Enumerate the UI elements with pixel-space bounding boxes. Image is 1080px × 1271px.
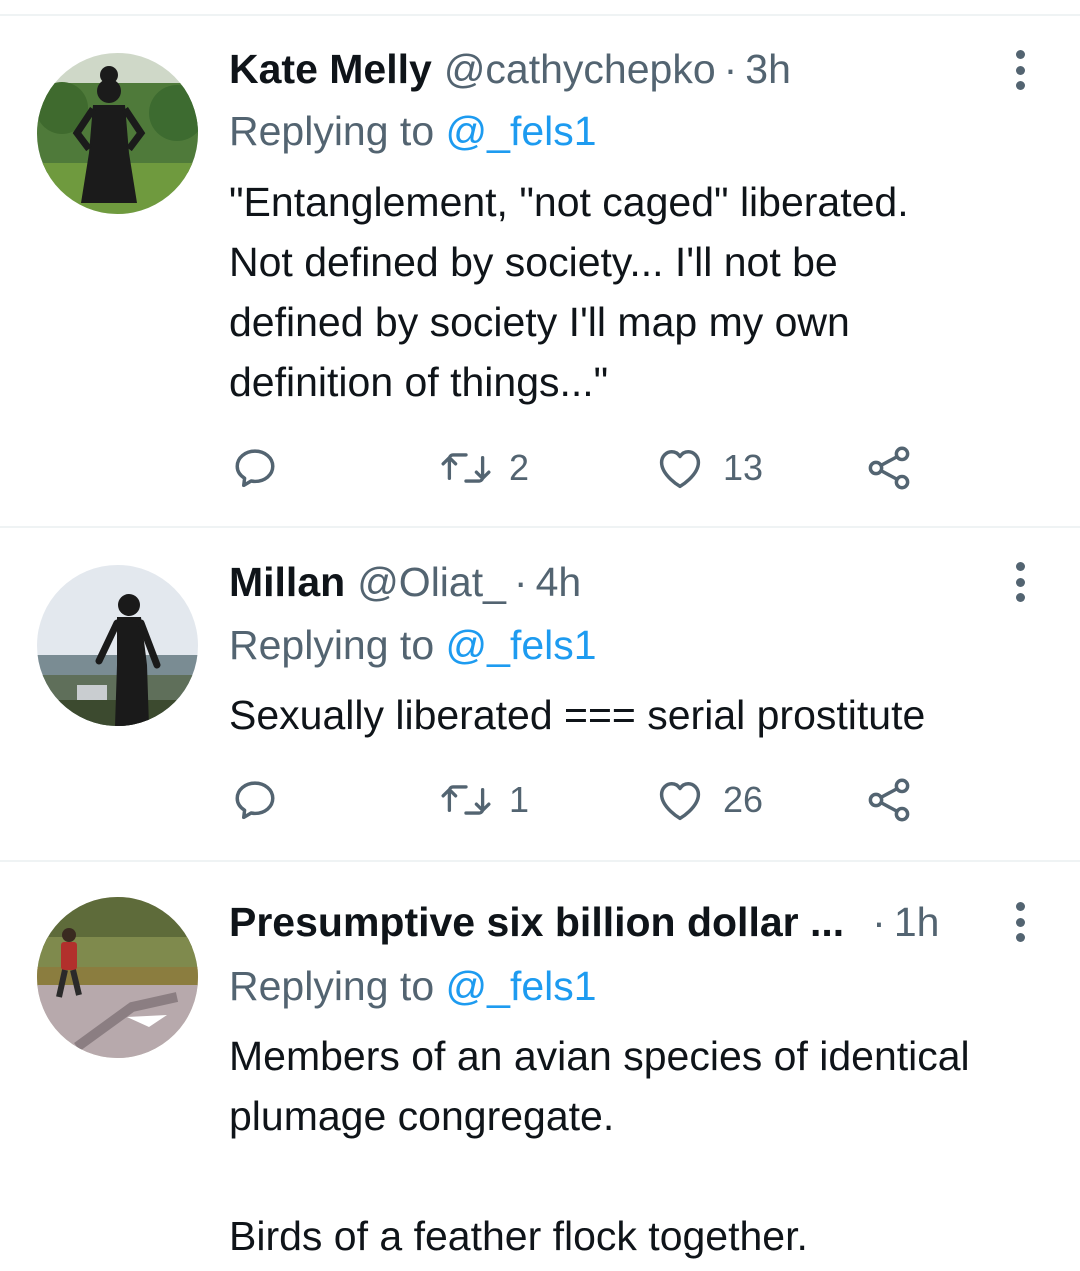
text-line: plumage congregate. xyxy=(229,1093,615,1139)
avatar[interactable] xyxy=(37,897,198,1058)
share-icon xyxy=(868,446,910,490)
display-name[interactable]: Millan xyxy=(229,552,345,612)
action-bar: 2 13 xyxy=(229,440,989,496)
action-bar: 1 26 xyxy=(229,772,989,828)
tweet-text: Sexually liberated === serial prostitute xyxy=(229,685,1059,745)
retweet-icon xyxy=(441,785,491,815)
tweet-header: Presumptive six billion dollar ... · 1h xyxy=(229,892,939,952)
share-button[interactable] xyxy=(863,440,915,496)
more-options-icon[interactable] xyxy=(1008,46,1032,94)
text-line: definition of things..." xyxy=(229,359,609,405)
text-line: Members of an avian species of identical xyxy=(229,1033,970,1079)
replying-prefix: Replying to xyxy=(229,963,435,1009)
avatar[interactable] xyxy=(37,53,198,214)
like-button[interactable]: 26 xyxy=(653,772,763,828)
tweet-text: "Entanglement, "not caged" liberated. No… xyxy=(229,172,1059,412)
tweet-text: Members of an avian species of identical… xyxy=(229,1026,1059,1266)
separator: · xyxy=(872,899,886,945)
retweet-count: 1 xyxy=(509,779,530,820)
tweet-header: Kate Melly @cathychepko · 3h xyxy=(229,39,791,99)
heart-icon xyxy=(659,450,701,489)
text-line: defined by society I'll map my own xyxy=(229,299,850,345)
text-line xyxy=(229,1146,1059,1206)
retweet-button[interactable]: 1 xyxy=(439,772,529,828)
share-button[interactable] xyxy=(863,772,915,828)
text-line: Not defined by society... I'll not be xyxy=(229,239,838,285)
text-line: Sexually liberated === serial prostitute xyxy=(229,692,926,738)
reply-tweet[interactable]: Kate Melly @cathychepko · 3h Replying to… xyxy=(0,0,1080,527)
reply-tweet[interactable]: Millan @Oliat_ · 4h Replying to @_fels1 … xyxy=(0,527,1080,861)
tweet-header: Millan @Oliat_ · 4h xyxy=(229,552,581,612)
text-line: Birds of a feather flock together. xyxy=(229,1213,808,1259)
retweet-count: 2 xyxy=(509,447,530,488)
more-options-icon[interactable] xyxy=(1008,558,1032,606)
display-name[interactable]: Presumptive six billion dollar ... xyxy=(229,892,844,952)
timestamp[interactable]: 3h xyxy=(745,39,791,99)
separator: · xyxy=(513,559,528,605)
retweet-button[interactable]: 2 xyxy=(439,440,529,496)
like-count: 26 xyxy=(723,779,764,820)
replying-prefix: Replying to xyxy=(229,622,435,668)
share-icon xyxy=(868,778,910,822)
timestamp[interactable]: 4h xyxy=(536,552,582,612)
replying-prefix: Replying to xyxy=(229,108,435,154)
timestamp[interactable]: 1h xyxy=(894,892,940,952)
reply-button[interactable] xyxy=(229,440,281,496)
mention-link[interactable]: @_fels1 xyxy=(446,108,597,154)
reply-button[interactable] xyxy=(229,772,281,828)
retweet-icon xyxy=(441,453,491,483)
like-button[interactable]: 13 xyxy=(653,440,763,496)
mention-link[interactable]: @_fels1 xyxy=(446,622,597,668)
user-handle[interactable]: @Oliat_ xyxy=(357,552,506,612)
separator: · xyxy=(723,46,738,92)
like-count: 13 xyxy=(723,447,764,488)
reply-icon xyxy=(235,781,275,820)
replying-to: Replying to @_fels1 xyxy=(229,956,597,1016)
display-name[interactable]: Kate Melly xyxy=(229,39,432,99)
user-handle[interactable]: @cathychepko xyxy=(444,39,716,99)
avatar[interactable] xyxy=(37,565,198,726)
mention-link[interactable]: @_fels1 xyxy=(446,963,597,1009)
reply-icon xyxy=(235,449,275,488)
replying-to: Replying to @_fels1 xyxy=(229,101,597,161)
reply-tweet[interactable]: Presumptive six billion dollar ... · 1h … xyxy=(0,861,1080,1271)
more-options-icon[interactable] xyxy=(1008,898,1032,946)
replying-to: Replying to @_fels1 xyxy=(229,615,597,675)
text-line: "Entanglement, "not caged" liberated. xyxy=(229,179,909,225)
heart-icon xyxy=(659,782,701,821)
